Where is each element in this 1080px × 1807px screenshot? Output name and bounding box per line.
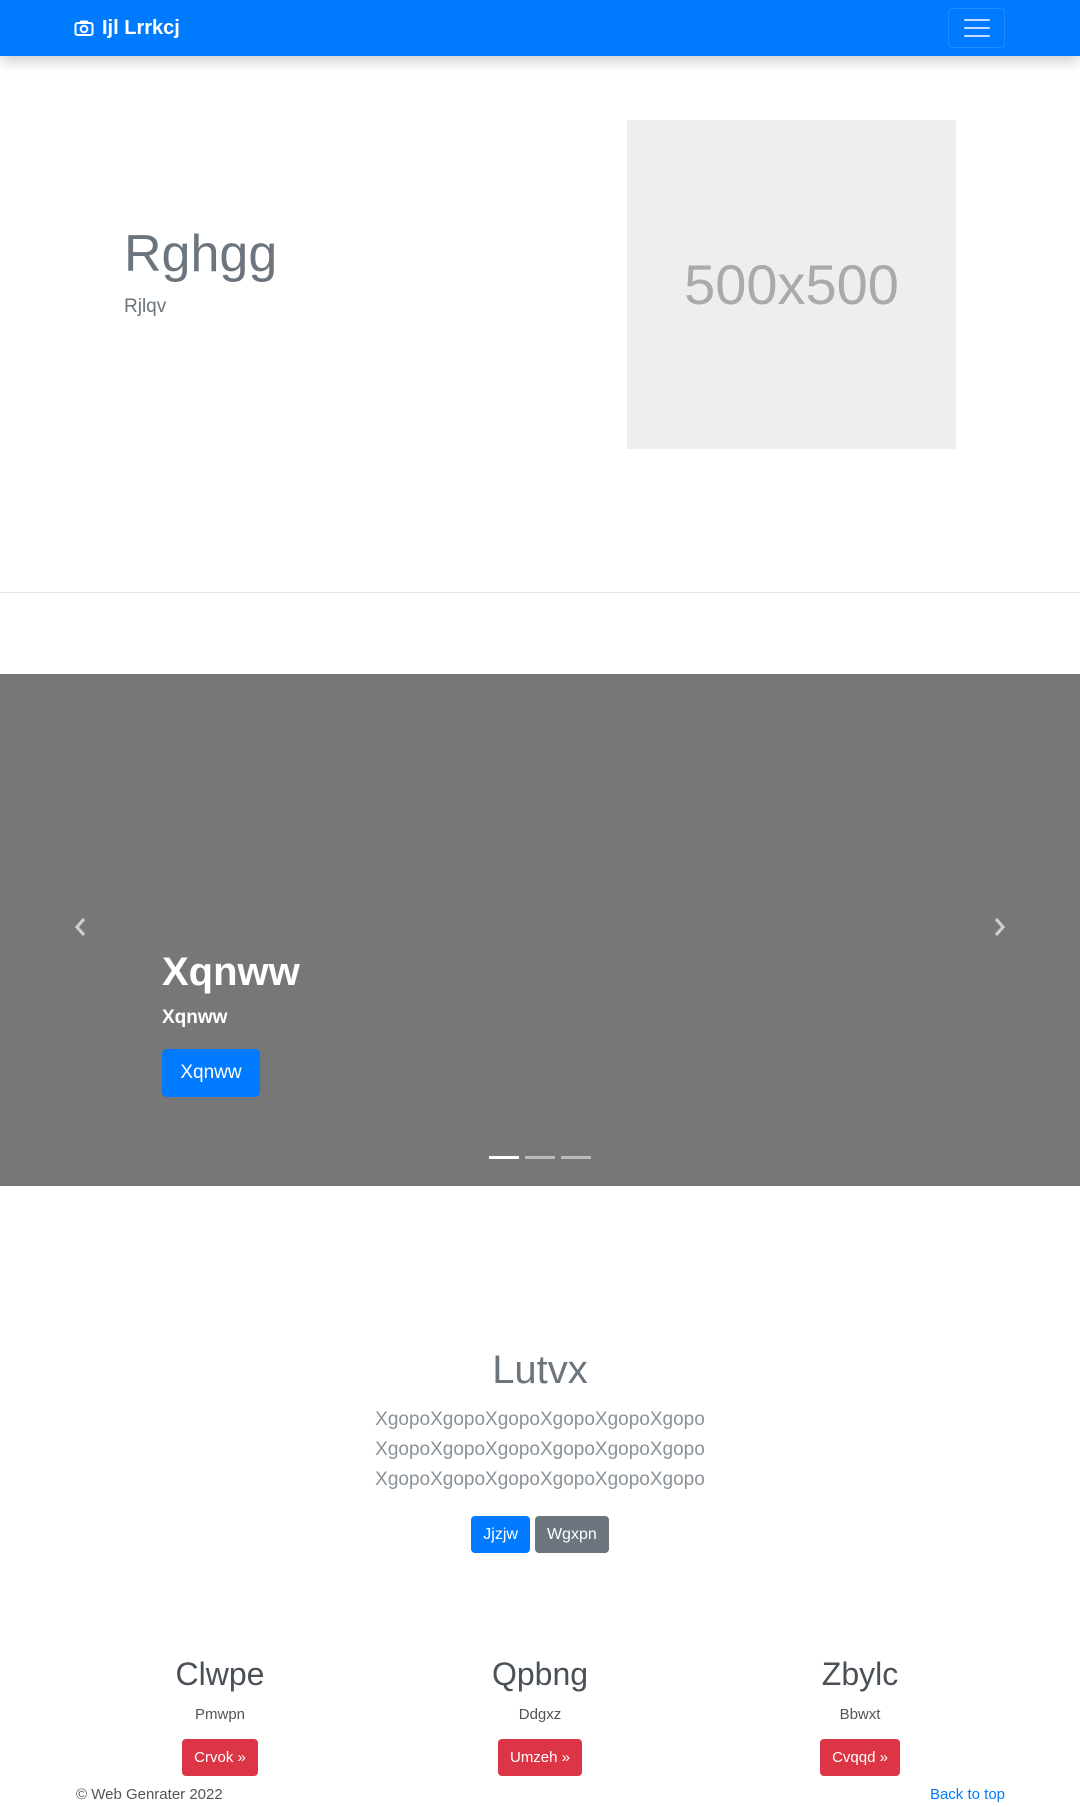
jumbotron-line: XgopoXgopoXgopoXgopoXgopoXgopo bbox=[375, 1409, 705, 1430]
navbar: Ijl Lrrkcj bbox=[0, 0, 1080, 56]
back-to-top-link[interactable]: Back to top bbox=[930, 1786, 1005, 1803]
footer-copyright: © Web Genrater 2022 bbox=[76, 1786, 223, 1803]
chevron-left-icon bbox=[74, 917, 86, 937]
feature-title: Qpbng bbox=[491, 1656, 589, 1692]
hamburger-icon bbox=[963, 35, 990, 37]
carousel-prev-button[interactable] bbox=[66, 912, 96, 942]
carousel-indicator[interactable] bbox=[489, 1156, 519, 1159]
secondary-button[interactable]: Wgxpn bbox=[534, 1516, 609, 1553]
jumbotron-buttons: Jjzjw Wgxpn bbox=[0, 1516, 1080, 1553]
jumbotron-text: XgopoXgopoXgopoXgopoXgopoXgopo XgopoXgop… bbox=[340, 1405, 740, 1495]
feature-title: Clwpe bbox=[175, 1656, 265, 1692]
chevron-right-icon bbox=[994, 917, 1006, 937]
primary-button[interactable]: Jjzjw bbox=[471, 1516, 530, 1553]
hamburger-icon bbox=[963, 27, 990, 29]
carousel-caption-title: Xqnww bbox=[162, 950, 300, 994]
feature-button[interactable]: Umzeh » bbox=[497, 1739, 583, 1777]
navbar-toggle-button[interactable] bbox=[948, 8, 1005, 48]
carousel: Xqnww Xqnww Xqnww bbox=[0, 674, 1080, 1186]
feature-button[interactable]: Crvok » bbox=[182, 1739, 258, 1777]
carousel-next-button[interactable] bbox=[984, 912, 1014, 942]
hamburger-icon bbox=[963, 19, 990, 21]
camera-icon bbox=[74, 20, 94, 36]
hero-title: Rghgg bbox=[124, 225, 278, 283]
feature-text: Ddgxz bbox=[518, 1706, 562, 1724]
brand-link[interactable]: Ijl Lrrkcj bbox=[74, 16, 180, 40]
placeholder-image: 500x500 bbox=[627, 120, 956, 449]
carousel-indicator[interactable] bbox=[525, 1156, 555, 1159]
carousel-indicator[interactable] bbox=[561, 1156, 591, 1159]
jumbotron-title: Lutvx bbox=[492, 1348, 588, 1392]
carousel-caption-text: Xqnww bbox=[162, 1007, 228, 1028]
feature-text: Bbwxt bbox=[839, 1706, 881, 1724]
feature-title: Zbylc bbox=[821, 1656, 899, 1692]
section-divider bbox=[0, 592, 1080, 593]
feature-text: Pmwpn bbox=[194, 1706, 246, 1724]
brand-name: Ijl Lrrkcj bbox=[102, 16, 180, 39]
hero-subtitle: Rjlqv bbox=[124, 296, 167, 317]
placeholder-label: 500x500 bbox=[684, 253, 899, 316]
feature-column: Zbylc Bbwxt Cvqqd » bbox=[740, 1656, 980, 1777]
jumbotron-line: XgopoXgopoXgopoXgopoXgopoXgopo bbox=[375, 1469, 705, 1490]
jumbotron-line: XgopoXgopoXgopoXgopoXgopoXgopo bbox=[375, 1439, 705, 1460]
feature-column: Qpbng Ddgxz Umzeh » bbox=[420, 1656, 660, 1777]
carousel-caption-button[interactable]: Xqnww bbox=[162, 1049, 260, 1097]
feature-button[interactable]: Cvqqd » bbox=[820, 1739, 900, 1777]
feature-column: Clwpe Pmwpn Crvok » bbox=[100, 1656, 340, 1777]
carousel-indicators bbox=[489, 1156, 591, 1159]
